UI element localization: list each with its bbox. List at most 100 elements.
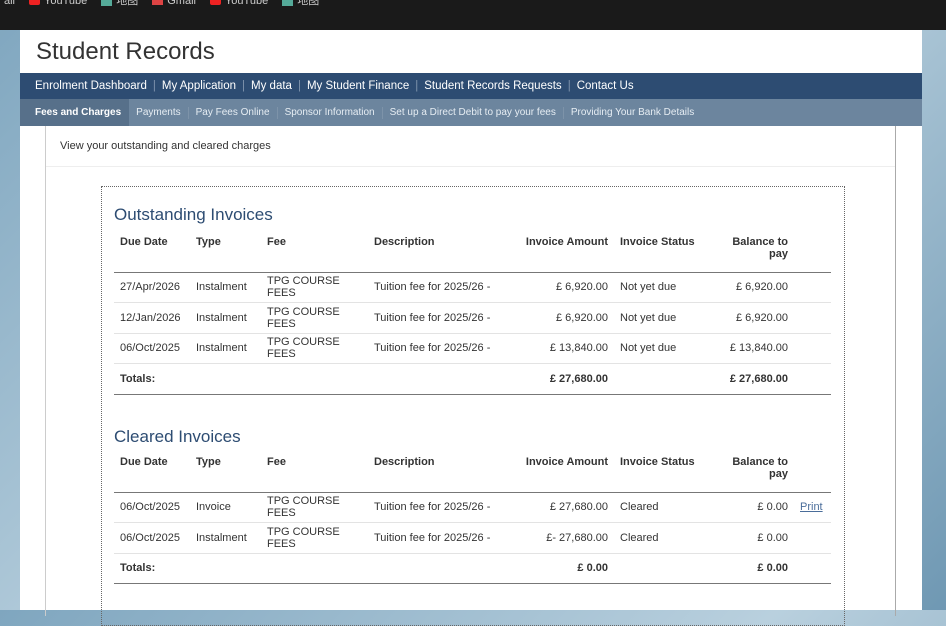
total-balance: £ 27,680.00 [706,363,794,395]
print-link[interactable]: Print [800,501,823,513]
table-cell: Not yet due [614,302,706,334]
header-row: Due Date Type Fee Description Invoice Amount… [114,232,831,273]
column-header: Description [368,232,500,273]
divider [46,166,895,167]
main-nav: Enrolment Dashboard | My Application | My … [20,73,922,99]
table-row: 06/Oct/2025 Instalment TPG COURSE FEES Tuit… [114,522,831,554]
table-cell: 12/Jan/2026 [114,302,190,334]
map-icon [282,0,294,6]
action-cell [794,272,831,303]
column-header: Balance to pay [706,232,794,273]
table-cell: £ 13,840.00 [706,333,794,364]
column-header: Type [190,232,261,273]
table-cell: Cleared [614,492,706,523]
table-cell: TPG COURSE FEES [261,302,368,334]
youtube-icon [29,0,41,5]
tab-direct-debit[interactable]: Set up a Direct Debit to pay your fees [383,106,564,119]
column-header: Invoice Amount [500,452,614,493]
nav-my-application[interactable]: My Application [162,80,236,92]
table-cell: Tuition fee for 2025/26 - [368,522,500,554]
outstanding-table: Due Date Type Fee Description Invoice Amount… [114,232,831,395]
table-cell: 06/Oct/2025 [114,492,190,523]
table-cell: Tuition fee for 2025/26 - [368,333,500,364]
column-header: Balance to pay [706,452,794,493]
nav-student-records-requests[interactable]: Student Records Requests [424,80,561,92]
column-header: Invoice Status [614,452,706,493]
youtube-icon [209,0,221,5]
totals-row: Totals: £ 27,680.00 £ 27,680.00 [114,363,831,395]
tab-pay-fees-online[interactable]: Pay Fees Online [189,106,278,119]
table-cell: Instalment [190,333,261,364]
total-balance: £ 0.00 [706,553,794,584]
table-cell: Tuition fee for 2025/26 - [368,492,500,523]
table-cell: 06/Oct/2025 [114,333,190,364]
nav-my-data[interactable]: My data [251,80,292,92]
column-header-blank [794,232,831,273]
action-cell [794,302,831,334]
sub-nav: Fees and Charges Payments Pay Fees Onlin… [20,99,922,126]
table-row: 06/Oct/2025 Invoice TPG COURSE FEES Tuition… [114,492,831,523]
table-cell: 27/Apr/2026 [114,272,190,303]
cleared-table: Due Date Type Fee Description Invoice Amount… [114,452,831,584]
table-cell: £- 27,680.00 [500,522,614,554]
total-amount: £ 0.00 [500,553,614,584]
bookmarks-bar: ail YouTube 地图 Gmail YouTube 地图 [0,0,946,30]
tab-payments[interactable]: Payments [129,106,189,119]
table-cell: TPG COURSE FEES [261,522,368,554]
nav-contact-us[interactable]: Contact Us [577,80,634,92]
tab-sponsor-information[interactable]: Sponsor Information [278,106,383,119]
table-cell: Instalment [190,522,261,554]
column-header: Fee [261,452,368,493]
table-cell: £ 6,920.00 [706,272,794,303]
column-header: Description [368,452,500,493]
table-cell: Instalment [190,272,261,303]
table-cell: £ 27,680.00 [500,492,614,523]
table-cell: TPG COURSE FEES [261,333,368,364]
total-amount: £ 27,680.00 [500,363,614,395]
nav-my-student-finance[interactable]: My Student Finance [307,80,409,92]
invoices-box: Outstanding Invoices Due Date Type Fee Desc… [101,186,845,626]
gmail-icon [152,0,164,5]
action-cell: Print [794,492,831,523]
table-cell: 06/Oct/2025 [114,522,190,554]
bookmark[interactable]: ail [4,0,15,8]
table-cell: Cleared [614,522,706,554]
column-header: Fee [261,232,368,273]
table-cell: £ 0.00 [706,492,794,523]
nav-enrolment-dashboard[interactable]: Enrolment Dashboard [35,80,147,92]
tab-bank-details[interactable]: Providing Your Bank Details [564,107,701,119]
action-cell [794,333,831,364]
page-title: Student Records [36,38,215,65]
content-area: View your outstanding and cleared charge… [45,126,896,626]
cleared-title: Cleared Invoices [114,427,241,446]
table-cell: Not yet due [614,272,706,303]
column-header: Due Date [114,452,190,493]
totals-row: Totals: £ 0.00 £ 0.00 [114,553,831,584]
table-row: 27/Apr/2026 Instalment TPG COURSE FEES Tuit… [114,272,831,303]
table-cell: TPG COURSE FEES [261,492,368,523]
bookmark-gmail[interactable]: Gmail [152,0,196,8]
table-cell: Instalment [190,302,261,334]
outstanding-title: Outstanding Invoices [114,205,273,224]
table-cell: Not yet due [614,333,706,364]
bookmark-map[interactable]: 地图 [282,0,319,8]
bookmark-youtube[interactable]: YouTube [209,0,268,8]
table-cell: TPG COURSE FEES [261,272,368,303]
bookmark-youtube[interactable]: YouTube [29,0,87,8]
totals-label: Totals: [114,363,190,395]
table-cell: £ 6,920.00 [500,302,614,334]
page-panel: Student Records Enrolment Dashboard | My … [20,30,922,626]
tab-fees-and-charges[interactable]: Fees and Charges [20,99,130,126]
table-cell: Tuition fee for 2025/26 - [368,272,500,303]
column-header: Due Date [114,232,190,273]
table-cell: £ 6,920.00 [500,272,614,303]
column-header-blank [794,452,831,493]
action-cell [794,522,831,554]
table-row: 06/Oct/2025 Instalment TPG COURSE FEES Tuit… [114,333,831,364]
header-row: Due Date Type Fee Description Invoice Amount… [114,452,831,493]
map-icon [101,0,113,6]
column-header: Invoice Amount [500,232,614,273]
totals-label: Totals: [114,553,190,584]
table-cell: £ 6,920.00 [706,302,794,334]
bookmark-map[interactable]: 地图 [101,0,138,8]
